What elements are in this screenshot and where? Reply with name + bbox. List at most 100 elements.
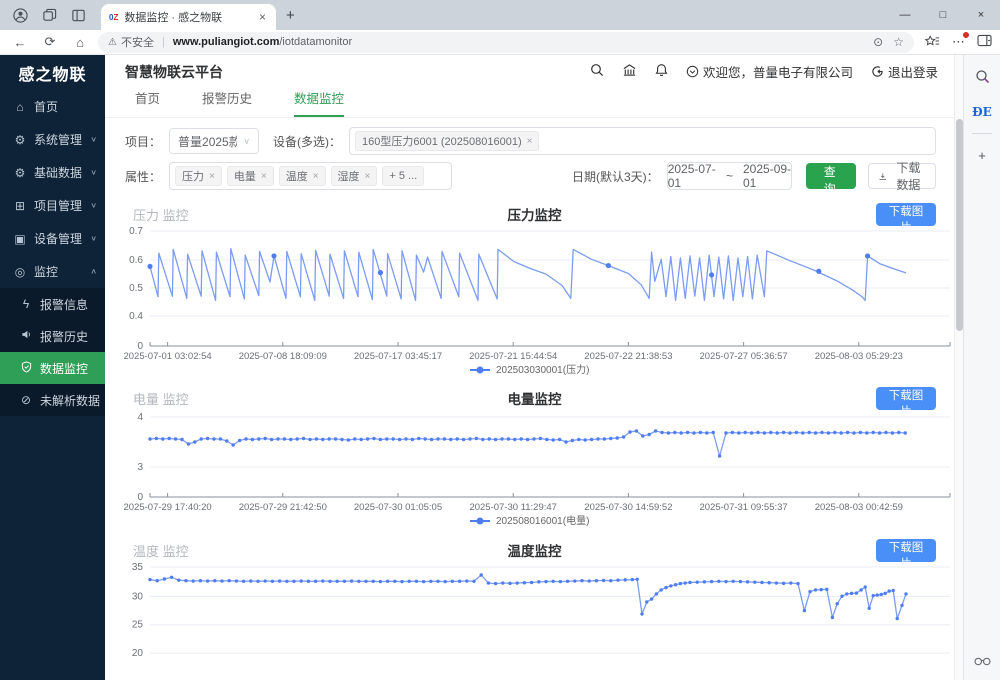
chart-title: 温度监控 — [333, 540, 736, 560]
remove-tag-icon[interactable]: × — [365, 171, 371, 182]
window-maximize-button[interactable]: □ — [924, 0, 962, 30]
header-dashboard-icon[interactable] — [622, 63, 637, 80]
svg-text:2025-07-30 14:59:52: 2025-07-30 14:59:52 — [584, 502, 672, 513]
profile-icon[interactable] — [8, 4, 32, 26]
tab-报警历史[interactable]: 报警历史 — [202, 88, 252, 117]
filter-panel: 项目： 普量2025款4...∨ 设备(多选)： 160型压力6001 (202… — [105, 118, 954, 195]
chart-section-温度监控: 温度 监控温度监控 下载图片35302520 — [105, 537, 954, 665]
date-range-input[interactable]: 2025-07-01 ~ 2025-09-01 — [667, 162, 793, 190]
svg-text:35: 35 — [132, 563, 144, 573]
chevron-down-icon: ∨ — [90, 168, 97, 177]
svg-text:2025-07-29 21:42:50: 2025-07-29 21:42:50 — [239, 502, 327, 513]
logout-button[interactable]: 退出登录 — [871, 62, 938, 81]
browser-tab[interactable]: 0Z 数据监控 · 感之物联 × — [101, 4, 276, 30]
address-bar[interactable]: ⚠ 不安全 | www.puliangiot.com/iotdatamonito… — [98, 32, 914, 53]
sidebar-subitem-未解析数据[interactable]: ⊘未解析数据 — [0, 384, 105, 416]
window-minimize-button[interactable]: — — [886, 0, 924, 30]
page-scrollbar[interactable] — [954, 55, 963, 680]
discover-icon[interactable]: ⊙ — [873, 35, 883, 49]
tab-首页[interactable]: 首页 — [135, 88, 160, 117]
project-select[interactable]: 普量2025款4...∨ — [169, 128, 259, 154]
rail-extension-icon[interactable]: ĐE — [971, 101, 993, 123]
device-icon: ▣ — [12, 232, 28, 246]
gear-icon: ⚙ — [12, 166, 28, 180]
svg-text:2025-07-08 18:09:09: 2025-07-08 18:09:09 — [239, 351, 327, 362]
brand-logo: 感之物联 — [0, 55, 105, 90]
browser-home-button[interactable]: ⌂ — [68, 35, 92, 50]
sidebar-item-项目管理[interactable]: ⊞项目管理∨ — [0, 189, 105, 222]
favorites-icon[interactable] — [924, 34, 940, 51]
download-image-button[interactable]: 下载图片 — [876, 539, 936, 562]
chevron-down-icon: ∨ — [90, 201, 97, 210]
header-search-icon[interactable] — [590, 63, 604, 80]
filter-tag[interactable]: 160型压力6001 (202508016001)× — [355, 131, 539, 151]
vertical-tabs-icon[interactable] — [66, 4, 90, 26]
notification-bell-icon[interactable] — [655, 63, 668, 80]
tab-close-icon[interactable]: × — [257, 10, 268, 24]
browser-menu-button[interactable]: ⋯ — [952, 34, 965, 50]
rail-add-icon[interactable]: + — [971, 144, 993, 166]
split-screen-icon[interactable] — [977, 34, 992, 50]
update-badge — [962, 31, 970, 39]
svg-text:202503030001(压力): 202503030001(压力) — [496, 363, 589, 376]
svg-text:2025-07-01 03:02:54: 2025-07-01 03:02:54 — [123, 351, 211, 362]
sidebar-subitem-数据监控[interactable]: 数据监控 — [0, 352, 105, 384]
remove-tag-icon[interactable]: × — [209, 171, 215, 182]
shield-icon — [18, 361, 34, 376]
charts-area: 压力 监控压力监控下载图片0.70.60.50.402025-07-01 03:… — [105, 195, 954, 680]
download-data-button[interactable]: 下载数据 — [868, 163, 936, 189]
remove-tag-icon[interactable]: × — [313, 171, 319, 182]
search-button[interactable]: 查 询 — [806, 163, 856, 189]
back-button[interactable]: ← — [8, 35, 32, 50]
rail-search-icon[interactable] — [971, 65, 993, 87]
bookmark-star-icon[interactable]: ☆ — [893, 35, 904, 49]
date-separator: ~ — [726, 169, 733, 183]
edge-sidebar-rail: ĐE + — [963, 55, 1000, 680]
filter-tag[interactable]: 电量× — [227, 166, 274, 186]
sidebar-item-系统管理[interactable]: ⚙系统管理∨ — [0, 123, 105, 156]
sidebar-item-设备管理[interactable]: ▣设备管理∨ — [0, 222, 105, 255]
home-icon: ⌂ — [12, 100, 28, 114]
remove-tag-icon[interactable]: × — [261, 171, 267, 182]
section-label: 温度 监控 — [133, 541, 333, 560]
site-favicon-icon: 0Z — [109, 13, 118, 22]
chart-电量监控: 4302025-07-29 17:40:202025-07-29 21:42:5… — [105, 411, 954, 531]
sidebar-subitem-报警信息[interactable]: ϟ报警信息 — [0, 288, 105, 320]
sidebar-subitem-报警历史[interactable]: 报警历史 — [0, 320, 105, 352]
date-label: 日期(默认3天)： — [572, 168, 659, 185]
chevron-down-icon: ∨ — [90, 234, 97, 243]
download-image-button[interactable]: 下载图片 — [876, 203, 936, 226]
filter-tag[interactable]: 湿度× — [331, 166, 378, 186]
sidebar-item-首页[interactable]: ⌂首页 — [0, 90, 105, 123]
filter-tag[interactable]: 温度× — [279, 166, 326, 186]
svg-text:2025-07-27 05:36:57: 2025-07-27 05:36:57 — [699, 351, 787, 362]
browser-toolbar: ← ⟳ ⌂ ⚠ 不安全 | www.puliangiot.com/iotdata… — [0, 30, 1000, 55]
sidebar-item-监控[interactable]: ◎监控∧ — [0, 255, 105, 288]
section-label: 电量 监控 — [133, 389, 333, 408]
reload-button[interactable]: ⟳ — [38, 34, 62, 50]
not-secure-warning-icon: ⚠ — [108, 37, 117, 48]
filter-tag[interactable]: + 5 ... — [382, 166, 424, 186]
new-tab-button[interactable]: + — [286, 7, 295, 24]
breadcrumb-tabs: 首页 报警历史 数据监控 — [105, 88, 954, 118]
svg-text:2025-07-30 01:05:05: 2025-07-30 01:05:05 — [354, 502, 442, 513]
filter-tag[interactable]: 压力× — [175, 166, 222, 186]
chevron-down-icon: ∨ — [90, 135, 97, 144]
url-host: www.puliangiot.com — [173, 36, 280, 48]
security-label[interactable]: 不安全 — [121, 34, 154, 50]
reading-glasses-icon[interactable] — [971, 650, 993, 672]
sidebar: 感之物联 ⌂首页⚙系统管理∨⚙基础数据∨⊞项目管理∨▣设备管理∨◎监控∧ϟ报警信… — [0, 55, 105, 680]
scrollbar-thumb[interactable] — [956, 119, 963, 331]
sidebar-submenu: ϟ报警信息报警历史数据监控⊘未解析数据 — [0, 288, 105, 416]
remove-tag-icon[interactable]: × — [527, 136, 533, 147]
window-close-button[interactable]: × — [962, 0, 1000, 30]
attribute-multiselect[interactable]: 压力×电量×温度×湿度×+ 5 ... — [169, 162, 452, 190]
download-image-button[interactable]: 下载图片 — [876, 387, 936, 410]
workspaces-icon[interactable] — [37, 4, 61, 26]
tab-数据监控[interactable]: 数据监控 — [294, 88, 344, 117]
device-multiselect[interactable]: 160型压力6001 (202508016001)× — [349, 127, 936, 155]
user-menu[interactable]: 欢迎您，普量电子有限公司 — [686, 62, 853, 81]
sidebar-item-基础数据[interactable]: ⚙基础数据∨ — [0, 156, 105, 189]
browser-window: 0Z 数据监控 · 感之物联 × + — □ × ← ⟳ ⌂ ⚠ 不安全 | w… — [0, 0, 1000, 680]
chart-温度监控: 35302520 — [105, 563, 954, 665]
